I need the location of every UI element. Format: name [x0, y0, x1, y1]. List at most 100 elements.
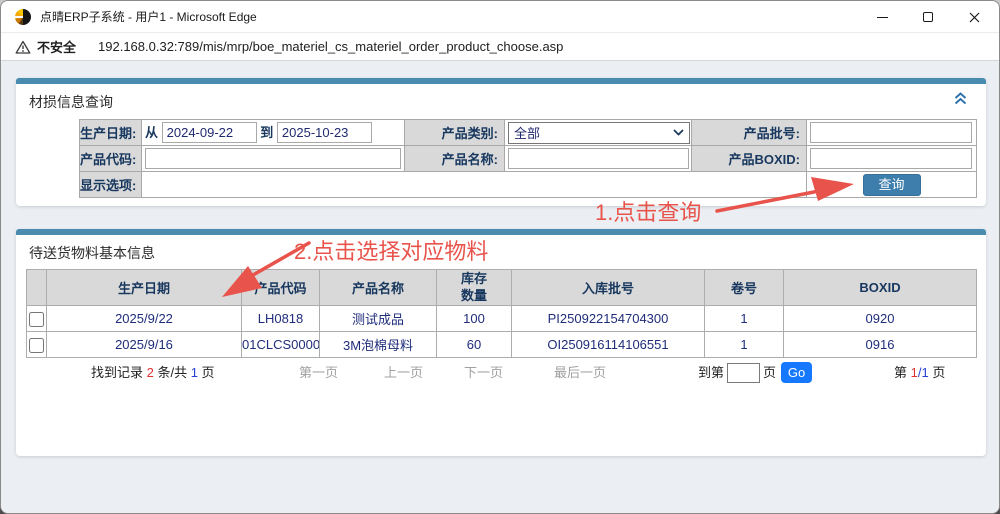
annotation-step2: 2.点击选择对应物料: [294, 234, 488, 266]
column-header-date: 生产日期: [47, 270, 242, 306]
select-column-header: [27, 270, 47, 306]
maximize-icon: [923, 12, 933, 22]
product-category-select[interactable]: 全部: [508, 122, 690, 144]
column-header-qty-text: 库存数量: [459, 271, 489, 304]
product-batch-label: 产品批号:: [692, 120, 807, 146]
product-batch-input[interactable]: [810, 122, 972, 143]
materials-table: 生产日期 产品代码 产品名称 库存数量 入库批号 卷号 BOXID 2025/9…: [26, 269, 977, 358]
last-page-link[interactable]: 最后一页: [554, 359, 606, 386]
product-boxid-cell: [807, 146, 977, 172]
cell-batch: OI250916114106551: [512, 332, 705, 358]
materials-panel-title: 待送货物料基本信息: [29, 243, 155, 263]
product-name-cell: [505, 146, 692, 172]
query-panel-title: 材损信息查询: [29, 92, 113, 112]
cell-roll: 1: [705, 332, 784, 358]
address-bar: 不安全 192.168.0.32:789/mis/mrp/boe_materie…: [1, 33, 999, 61]
product-code-input[interactable]: [145, 148, 401, 169]
column-header-boxid: BOXID: [784, 270, 977, 306]
cell-roll: 1: [705, 306, 784, 332]
product-code-label: 产品代码:: [80, 146, 142, 172]
row-select-cell: [27, 306, 47, 332]
current-page-text: 第 1/1 页: [894, 359, 945, 386]
goto-prefix: 到第: [698, 359, 724, 386]
current-prefix: 第: [894, 365, 911, 380]
product-category-label: 产品类别:: [405, 120, 505, 146]
security-warning-label[interactable]: 不安全: [37, 37, 76, 56]
product-name-input[interactable]: [508, 148, 689, 169]
pages-total: 1: [921, 365, 928, 380]
close-button[interactable]: [951, 1, 997, 33]
minimize-icon: [877, 17, 888, 18]
window-controls: [859, 1, 997, 33]
cell-date: 2025/9/22: [47, 306, 242, 332]
goto-suffix: 页: [763, 359, 776, 386]
cell-code: 01CLCS0000: [242, 332, 320, 358]
next-page-link[interactable]: 下一页: [464, 359, 503, 386]
cell-boxid: 0916: [784, 332, 977, 358]
cell-name: 测试成品: [320, 306, 437, 332]
query-button-cell: 查询: [807, 172, 977, 198]
record-count-text: 找到记录 2 条/共 1 页: [91, 359, 215, 386]
cell-boxid: 0920: [784, 306, 977, 332]
date-from-input[interactable]: [162, 122, 257, 143]
panel-accent-bar: [16, 78, 986, 84]
column-header-code: 产品代码: [242, 270, 320, 306]
collapse-icon[interactable]: [953, 92, 968, 105]
total-pages: 1: [191, 365, 198, 380]
query-button[interactable]: 查询: [863, 174, 921, 196]
cell-name: 3M泡棉母料: [320, 332, 437, 358]
current-suffix: 页: [929, 365, 946, 380]
row-checkbox[interactable]: [29, 312, 44, 327]
row-select-cell: [27, 332, 47, 358]
found-suffix: 页: [198, 365, 215, 380]
url-text[interactable]: 192.168.0.32:789/mis/mrp/boe_materiel_cs…: [98, 39, 563, 54]
product-name-label: 产品名称:: [405, 146, 505, 172]
window-title: 点晴ERP子系统 - 用户1 - Microsoft Edge: [40, 8, 257, 25]
from-label: 从: [145, 125, 158, 140]
display-options-label: 显示选项:: [80, 172, 142, 198]
cell-qty: 60: [437, 332, 512, 358]
chevron-down-icon: [673, 129, 684, 136]
display-options-cell: [142, 172, 807, 198]
goto-page-input[interactable]: [727, 363, 760, 383]
materials-panel: 待送货物料基本信息 生产日期 产品代码 产品名称 库存数量 入库批号 卷号 BO…: [16, 229, 986, 456]
column-header-roll: 卷号: [705, 270, 784, 306]
product-boxid-label: 产品BOXID:: [692, 146, 807, 172]
cell-code: LH0818: [242, 306, 320, 332]
product-code-cell: [142, 146, 405, 172]
column-header-qty: 库存数量: [437, 270, 512, 306]
panel-accent-bar: [16, 229, 986, 235]
table-row[interactable]: 2025/9/22 LH0818 测试成品 100 PI250922154704…: [27, 306, 977, 332]
table-row[interactable]: 2025/9/16 01CLCS0000 3M泡棉母料 60 OI2509161…: [27, 332, 977, 358]
found-prefix: 找到记录: [91, 365, 147, 380]
query-panel: 材损信息查询 生产日期: 从 到 产品: [16, 78, 986, 206]
date-to-input[interactable]: [277, 122, 372, 143]
title-bar: 点晴ERP子系统 - 用户1 - Microsoft Edge: [1, 1, 999, 33]
prev-page-link[interactable]: 上一页: [384, 359, 423, 386]
cell-qty: 100: [437, 306, 512, 332]
query-form-table: 生产日期: 从 到 产品类别: 全部: [79, 119, 977, 198]
product-category-value: 全部: [514, 123, 540, 142]
page-content: 材损信息查询 生产日期: 从 到 产品: [1, 62, 999, 513]
row-checkbox[interactable]: [29, 338, 44, 353]
product-boxid-input[interactable]: [810, 148, 972, 169]
browser-window: 点晴ERP子系统 - 用户1 - Microsoft Edge 不安全 192.…: [0, 0, 1000, 514]
goto-page-group: 到第 页 Go: [698, 359, 812, 386]
column-header-name: 产品名称: [320, 270, 437, 306]
go-button[interactable]: Go: [781, 362, 812, 383]
app-favicon-icon: [15, 9, 31, 25]
first-page-link[interactable]: 第一页: [299, 359, 338, 386]
maximize-button[interactable]: [905, 1, 951, 33]
security-warning-icon[interactable]: [15, 40, 31, 54]
pagination-bar: 找到记录 2 条/共 1 页 第一页 上一页 下一页 最后一页 到第 页 Go …: [16, 359, 986, 386]
cell-batch: PI250922154704300: [512, 306, 705, 332]
close-icon: [969, 12, 980, 23]
cell-date: 2025/9/16: [47, 332, 242, 358]
to-label: 到: [260, 125, 273, 140]
found-mid: 条/共: [154, 365, 191, 380]
product-category-cell: 全部: [505, 120, 692, 146]
minimize-button[interactable]: [859, 1, 905, 33]
record-count: 2: [147, 365, 154, 380]
production-date-cell: 从 到: [142, 120, 405, 146]
current-page: 1: [911, 365, 918, 380]
